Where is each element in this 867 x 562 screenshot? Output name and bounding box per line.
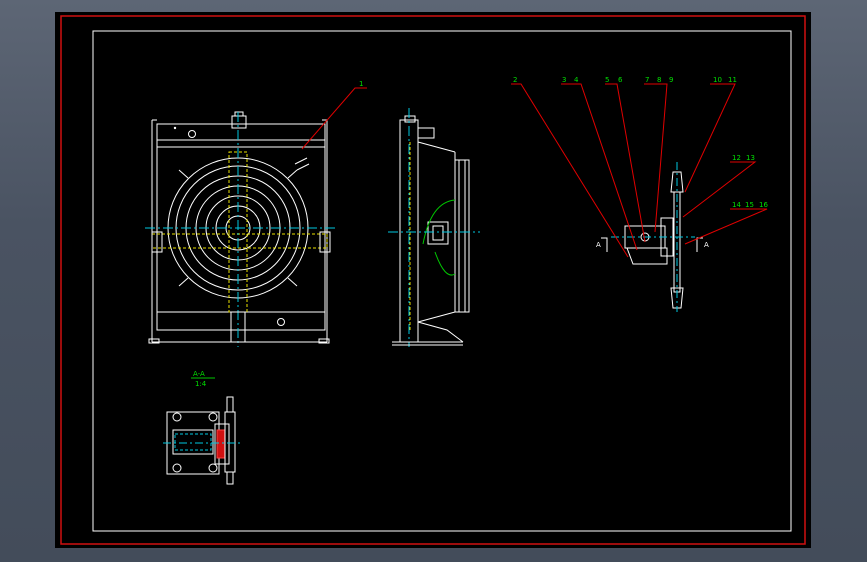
balloon-11: 11 [728,76,737,84]
balloon-13: 13 [746,154,755,162]
section-scale: 1:4 [195,380,207,388]
detail-view [601,162,703,312]
balloon-9: 9 [669,76,673,84]
side-view [388,108,480,347]
balloon-12: 12 [732,154,741,162]
balloon-2: 2 [513,76,517,84]
drawing-sheet: 1 A A 2 3 4 5 6 7 8 9 10 11 12 13 14 15 … [55,12,811,548]
balloon-7: 7 [645,76,649,84]
inner-frame [92,30,792,532]
balloon-1: 1 [359,80,363,88]
section-marker-right: A [704,241,709,249]
balloon-6: 6 [618,76,623,84]
balloon-8: 8 [657,76,661,84]
detail-leaders [511,83,768,258]
balloon-5: 5 [605,76,609,84]
balloon-16: 16 [759,201,768,209]
balloon-15: 15 [745,201,754,209]
balloon-3: 3 [562,76,566,84]
front-view [145,111,335,347]
cad-drawing-canvas: 1 A A 2 3 4 5 6 7 8 9 10 11 12 13 14 15 … [60,15,806,545]
balloon-4: 4 [574,76,579,84]
outer-frame [60,15,806,545]
section-view [163,396,240,485]
balloon-14: 14 [732,201,741,209]
balloon-10: 10 [713,76,722,84]
section-title: A-A [193,370,205,378]
section-marker-left: A [596,241,601,249]
